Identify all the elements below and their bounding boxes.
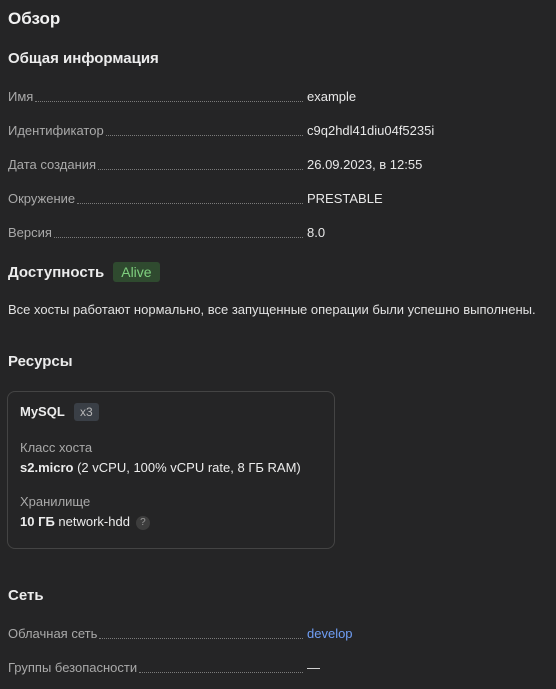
cloud-network-link[interactable]: develop [307,624,353,644]
dotted-leader [105,134,303,136]
host-class-label: Класс хоста [20,440,93,455]
resource-name: MySQL [20,404,65,419]
availability-description: Все хосты работают нормально, все запуще… [8,302,536,317]
dotted-leader [139,671,303,673]
storage-type: network-hdd [54,514,130,529]
info-value-version: 8.0 [307,225,326,240]
dotted-leader [98,168,303,170]
info-label: Группы безопасности [8,660,138,675]
status-badge: Alive [113,262,160,282]
info-label: Версия [8,225,52,240]
host-count-badge: x3 [74,403,99,421]
info-value-created: 26.09.2023, в 12:55 [307,157,423,172]
info-label: Дата создания [8,157,97,172]
page-title: Обзор [8,9,61,28]
info-label: Облачная сеть [8,626,98,641]
question-circle-icon[interactable]: ? [135,515,150,530]
storage-label: Хранилище [20,494,91,509]
info-label: Окружение [8,191,76,206]
resources-heading: Ресурсы [8,353,73,370]
info-label: Имя [8,89,34,104]
info-row-id: Идентификатор c9q2hdl41diu04f5235i [8,121,556,141]
host-class-value: s2.micro (2 vCPU, 100% vCPU rate, 8 ГБ R… [20,460,301,475]
network-row-security: Группы безопасности — [8,658,556,678]
resource-card: MySQL x3 Класс хоста s2.micro (2 vCPU, 1… [7,391,335,549]
network-heading: Сеть [8,587,44,604]
storage-size: 10 ГБ [20,514,55,529]
security-groups-value: — [307,660,320,675]
info-value-id[interactable]: c9q2hdl41diu04f5235i [307,121,434,141]
info-label: Идентификатор [8,123,104,138]
availability-heading: Доступность [8,263,105,281]
dotted-leader [99,637,303,639]
info-row-name: Имя example [8,87,556,107]
general-info-heading: Общая информация [8,50,159,67]
info-row-created: Дата создания 26.09.2023, в 12:55 [8,155,556,175]
dotted-leader [77,202,303,204]
info-value-environment: PRESTABLE [307,191,383,206]
dotted-leader [53,236,303,238]
info-value-name: example [307,89,357,104]
host-class-name: s2.micro [20,460,74,475]
storage-value: 10 ГБ network-hdd? [20,514,150,530]
availability-header: Доступность Alive [8,262,160,282]
dotted-leader [35,100,303,102]
info-row-version: Версия 8.0 [8,223,556,243]
network-row-cloud: Облачная сеть develop [8,624,556,644]
host-class-detail: (2 vCPU, 100% vCPU rate, 8 ГБ RAM) [73,460,301,475]
info-row-environment: Окружение PRESTABLE [8,189,556,209]
